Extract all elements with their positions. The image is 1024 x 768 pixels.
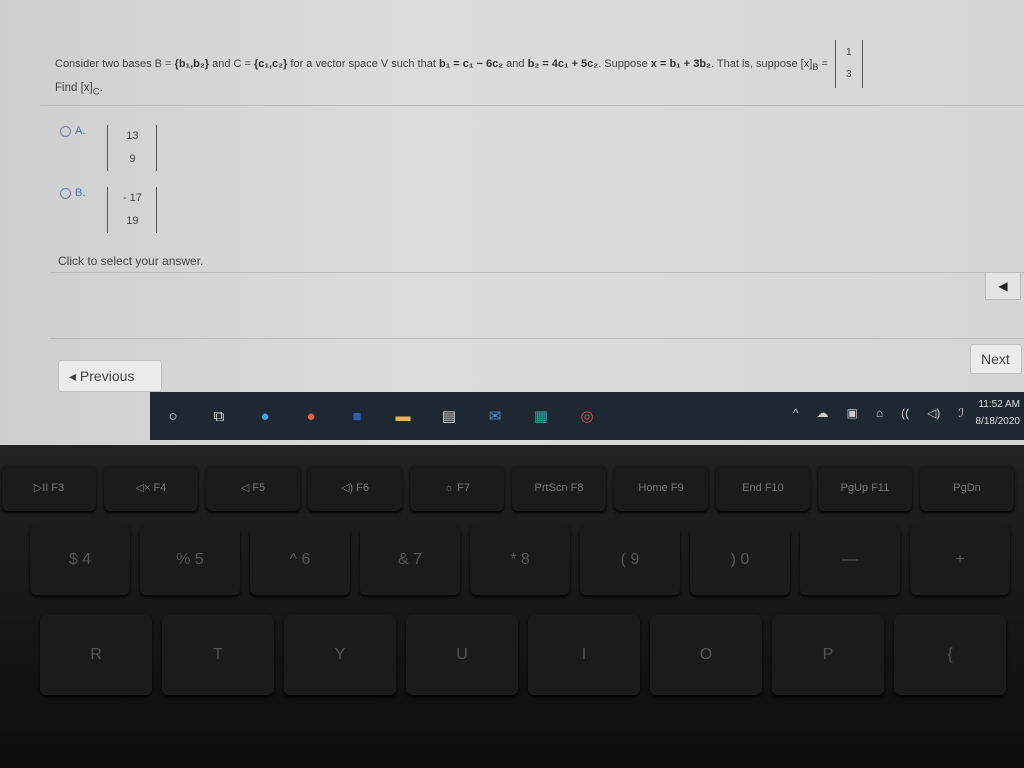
firefox-icon[interactable]: ● bbox=[294, 399, 328, 433]
divider bbox=[50, 338, 1024, 339]
q-thatis: . That is, suppose [x] bbox=[710, 57, 813, 70]
time: 11:52 AM bbox=[978, 399, 1020, 410]
keyboard-key[interactable]: PgDn bbox=[920, 465, 1014, 511]
edge-icon[interactable]: ● bbox=[248, 399, 282, 433]
matrix-entry: 3 bbox=[845, 69, 852, 80]
q-equals: = bbox=[821, 57, 828, 70]
keyboard-key[interactable]: ☼ F7 bbox=[410, 465, 504, 511]
word-icon[interactable]: ■ bbox=[340, 399, 374, 433]
matrix-entry: 13 bbox=[126, 130, 139, 142]
matrix-entry: 9 bbox=[129, 153, 136, 165]
previous-button[interactable]: ◂ Previous bbox=[58, 360, 162, 392]
eq2: b₂ = 4c₁ + 5c₂ bbox=[527, 57, 599, 70]
wifi-icon[interactable]: (( bbox=[901, 406, 909, 420]
show-hidden-icon[interactable]: ^ bbox=[793, 406, 799, 420]
keyboard-key[interactable]: T bbox=[162, 615, 274, 695]
keyboard-key[interactable]: O bbox=[650, 615, 762, 695]
keyboard-key[interactable]: R bbox=[40, 615, 152, 695]
keyboard-key[interactable]: ◁) F6 bbox=[308, 465, 402, 511]
keyboard-key[interactable]: ◁× F4 bbox=[104, 465, 198, 511]
option-a[interactable]: A. 13 9 bbox=[60, 125, 158, 171]
keyboard-key[interactable]: PgUp F11 bbox=[818, 465, 912, 511]
question-text: Consider two bases B = {b₁,b₂} and C = {… bbox=[55, 40, 1012, 88]
keyboard: ▷II F3 ◁× F4 ◁ F5 ◁) F6 ☼ F7 PrtScn F8 Home F9… bbox=[0, 445, 1024, 768]
keyboard-key[interactable]: & 7 bbox=[360, 525, 460, 595]
divider bbox=[50, 272, 1024, 273]
calculator-icon[interactable]: ▦ bbox=[524, 399, 558, 433]
keyboard-key[interactable]: $ 4 bbox=[30, 525, 130, 595]
keyboard-key[interactable]: ◁ F5 bbox=[206, 465, 300, 511]
keyboard-key[interactable]: Y bbox=[284, 615, 396, 695]
collapse-arrow-button[interactable]: ◀ bbox=[985, 272, 1021, 300]
meet-now-icon[interactable]: ▣ bbox=[847, 406, 858, 420]
file-explorer-icon[interactable]: ▬ bbox=[386, 399, 420, 433]
app-icon[interactable]: ◎ bbox=[570, 399, 604, 433]
matrix-entry: - 17 bbox=[122, 192, 142, 204]
matrix-entry: 1 bbox=[845, 47, 852, 58]
q-sub: B bbox=[812, 62, 819, 73]
keyboard-key[interactable]: * 8 bbox=[470, 525, 570, 595]
q-middle: for a vector space V such that bbox=[290, 57, 436, 70]
q-and2: and bbox=[506, 57, 525, 70]
keyboard-key[interactable]: — bbox=[800, 525, 900, 595]
find-label: Find [x] bbox=[55, 82, 93, 94]
keyboard-key[interactable]: ▷II F3 bbox=[2, 465, 96, 511]
taskbar: ○ ⧉ ● ● ■ ▬ ▤ ✉ ▦ ◎ ^ ☁ ▣ ⌂ (( ◁) ℐ 11:5… bbox=[150, 392, 1024, 440]
keyboard-key[interactable]: ) 0 bbox=[690, 525, 790, 595]
option-matrix: 13 9 bbox=[107, 125, 158, 171]
keyboard-key[interactable]: PrtScn F8 bbox=[512, 465, 606, 511]
eq3: x = b₁ + 3b₂ bbox=[650, 57, 711, 70]
eq1: b₁ = c₁ − 6c₂ bbox=[438, 57, 504, 70]
keyboard-key[interactable]: { bbox=[894, 615, 1006, 695]
option-b[interactable]: B. - 17 19 bbox=[60, 187, 158, 233]
find-sub: C bbox=[92, 86, 100, 98]
battery-icon[interactable]: ⌂ bbox=[876, 406, 883, 420]
xb-matrix: 13 bbox=[834, 40, 863, 88]
keyboard-key[interactable]: I bbox=[528, 615, 640, 695]
q-suppose: . Suppose bbox=[598, 57, 648, 70]
onedrive-icon[interactable]: ☁ bbox=[817, 406, 829, 420]
matrix-entry: 19 bbox=[126, 215, 139, 227]
next-button[interactable]: Next bbox=[970, 344, 1022, 374]
mail-icon[interactable]: ✉ bbox=[478, 399, 512, 433]
keyboard-key[interactable]: Home F9 bbox=[614, 465, 708, 511]
keyboard-key[interactable]: End F10 bbox=[716, 465, 810, 511]
volume-icon[interactable]: ◁) bbox=[927, 406, 940, 420]
date: 8/18/2020 bbox=[975, 416, 1021, 427]
keyboard-key[interactable]: ^ 6 bbox=[250, 525, 350, 595]
task-view-icon[interactable]: ⧉ bbox=[202, 399, 236, 433]
cortana-icon[interactable]: ○ bbox=[156, 399, 190, 433]
q-and: and C = bbox=[212, 57, 251, 70]
set-b: {b₁,b₂} bbox=[174, 57, 210, 70]
keyboard-key[interactable]: P bbox=[772, 615, 884, 695]
store-icon[interactable]: ▤ bbox=[432, 399, 466, 433]
clock[interactable]: 11:52 AM 8/18/2020 bbox=[976, 396, 1021, 430]
keyboard-key[interactable]: + bbox=[910, 525, 1010, 595]
divider bbox=[40, 105, 1024, 106]
keyboard-key[interactable]: U bbox=[406, 615, 518, 695]
pen-icon[interactable]: ℐ bbox=[958, 406, 964, 420]
option-letter: B. bbox=[75, 187, 86, 199]
screen: Consider two bases B = {b₁,b₂} and C = {… bbox=[0, 0, 1024, 445]
option-matrix: - 17 19 bbox=[107, 187, 158, 233]
system-tray: ^ ☁ ▣ ⌂ (( ◁) ℐ bbox=[793, 406, 964, 420]
find-end: . bbox=[99, 82, 103, 94]
option-letter: A. bbox=[75, 125, 86, 137]
keyboard-key[interactable]: ( 9 bbox=[580, 525, 680, 595]
radio-button[interactable] bbox=[60, 126, 71, 137]
find-text: Find [x]C. bbox=[55, 82, 103, 97]
q-prefix: Consider two bases B = bbox=[55, 57, 172, 70]
radio-button[interactable] bbox=[60, 188, 71, 199]
hint-text: Click to select your answer. bbox=[58, 254, 204, 268]
keyboard-key[interactable]: % 5 bbox=[140, 525, 240, 595]
set-c: {c₁,c₂} bbox=[254, 57, 288, 70]
